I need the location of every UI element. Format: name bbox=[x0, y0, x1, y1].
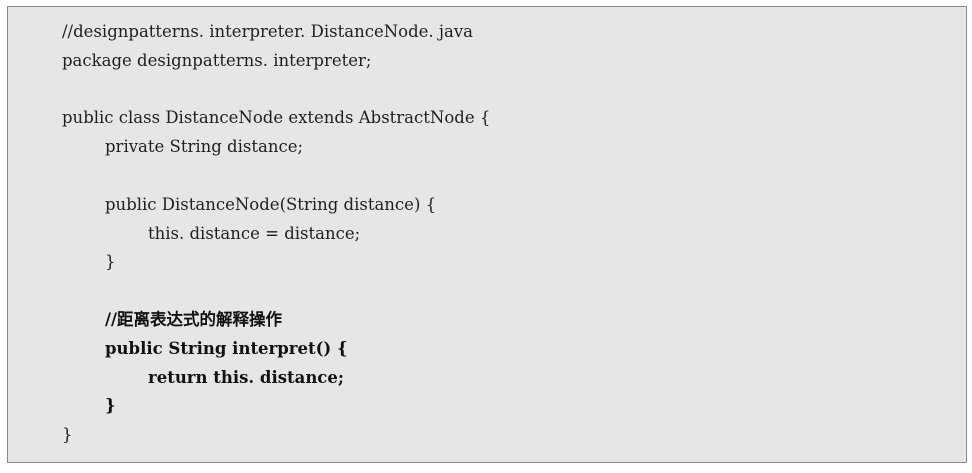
code-line-return: return this. distance; bbox=[148, 367, 344, 387]
code-lines: //designpatterns. interpreter. DistanceN… bbox=[62, 18, 490, 450]
code-line-file-comment: //designpatterns. interpreter. DistanceN… bbox=[62, 22, 474, 41]
code-line-class-declaration: public class DistanceNode extends Abstra… bbox=[62, 108, 491, 128]
code-line-field: private String distance; bbox=[105, 137, 304, 157]
code-line-assignment: this. distance = distance; bbox=[148, 223, 361, 243]
code-line-method-close: } bbox=[105, 396, 116, 416]
code-line-package: package designpatterns. interpreter; bbox=[62, 50, 372, 70]
code-line-constructor-close: } bbox=[105, 252, 116, 272]
code-line-constructor: public DistanceNode(String distance) { bbox=[105, 194, 437, 214]
code-listing-box: //designpatterns. interpreter. DistanceN… bbox=[7, 6, 967, 463]
code-line-method-comment: //距离表达式的解释操作 bbox=[105, 309, 283, 329]
code-line-method-declaration: public String interpret() { bbox=[105, 338, 348, 358]
code-line-class-close: } bbox=[62, 425, 73, 445]
